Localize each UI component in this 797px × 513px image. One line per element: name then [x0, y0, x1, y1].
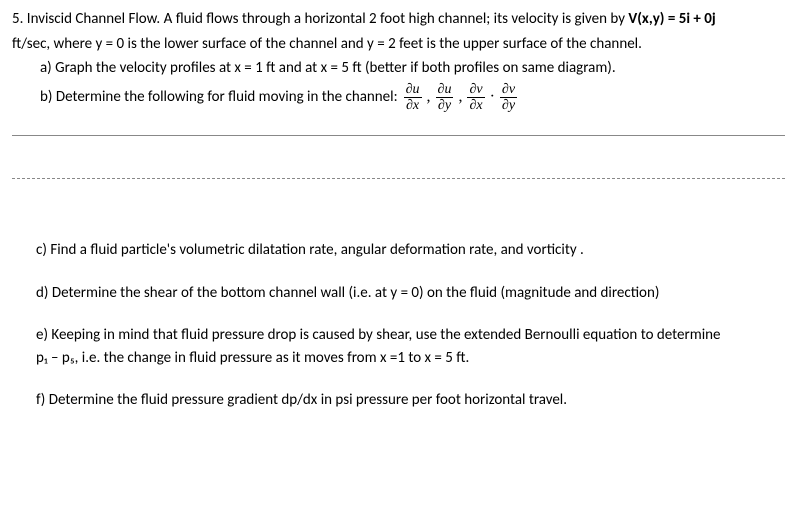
dv-dy: ∂v ∂y: [500, 82, 517, 114]
part-b-label: b): [40, 86, 52, 109]
part-b: b) Determine the following for fluid mov…: [12, 82, 785, 114]
part-d-label: d): [36, 284, 48, 302]
part-a: a) Graph the velocity profiles at x = 1 …: [12, 57, 785, 80]
comma-2: ,: [458, 85, 462, 109]
part-f-label: f): [36, 391, 45, 409]
comma-1: ,: [427, 85, 431, 109]
problem-desc-1: A fluid flows through a horizontal 2 foo…: [164, 10, 629, 28]
part-b-text: Determine the following for fluid moving…: [56, 86, 398, 109]
part-f: f) Determine the fluid pressure gradient…: [12, 389, 785, 412]
solid-divider: [12, 135, 785, 136]
du-dy: ∂u ∂y: [436, 82, 454, 114]
part-a-label: a): [40, 59, 52, 77]
problem-number: 5.: [12, 10, 23, 28]
partial-derivatives: ∂u ∂x , ∂u ∂y , ∂v ∂x · ∂v ∂y: [402, 82, 519, 114]
part-c-text: Find a fluid particle's volumetric dilat…: [50, 241, 584, 259]
part-e-text-1: Keeping in mind that fluid pressure drop…: [51, 326, 720, 344]
part-d-text: Determine the shear of the bottom channe…: [52, 284, 660, 302]
part-e: e) Keeping in mind that fluid pressure d…: [12, 324, 785, 369]
part-f-text: Determine the fluid pressure gradient dp…: [49, 391, 567, 409]
problem-title-text: Inviscid Channel Flow.: [27, 10, 160, 28]
dot-sep: ·: [490, 85, 495, 109]
part-e-label: e): [36, 326, 48, 344]
du-dx: ∂u ∂x: [404, 82, 422, 114]
dashed-divider: [12, 178, 785, 179]
part-c: c) Find a fluid particle's volumetric di…: [12, 239, 785, 262]
lower-section: c) Find a fluid particle's volumetric di…: [12, 239, 785, 412]
part-a-text: Graph the velocity profiles at x = 1 ft …: [55, 59, 616, 77]
part-e-text-2: p₁ – p₅, i.e. the change in fluid pressu…: [36, 349, 469, 367]
problem-header: 5. Inviscid Channel Flow. A fluid flows …: [12, 8, 785, 31]
problem-desc-2: ft/sec, where y = 0 is the lower surface…: [12, 33, 785, 56]
divider-section: [12, 135, 785, 179]
part-c-label: c): [36, 241, 47, 259]
part-d: d) Determine the shear of the bottom cha…: [12, 282, 785, 305]
velocity-equation: V(x,y) = 5i + 0j: [628, 10, 715, 28]
dv-dx: ∂v ∂x: [467, 82, 484, 114]
